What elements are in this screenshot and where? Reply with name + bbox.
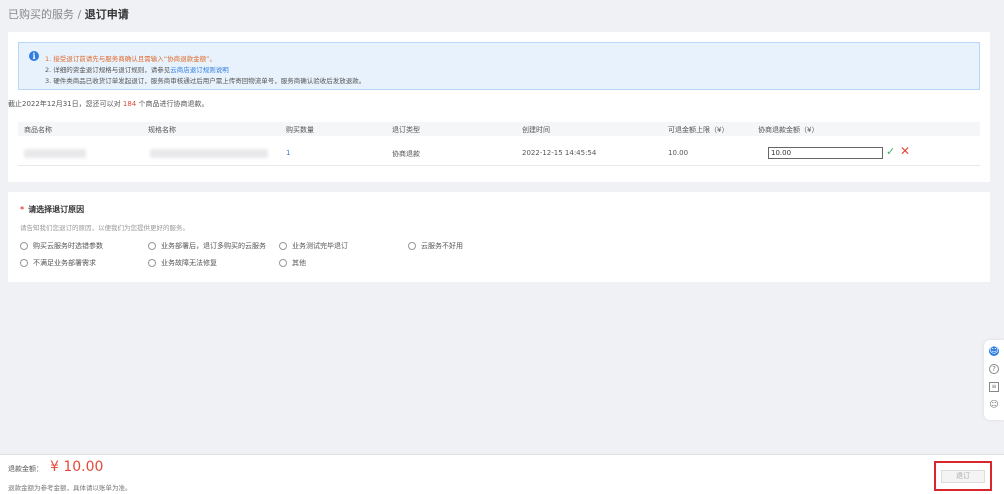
reason-option-test-done[interactable]: 业务测试完毕退订 — [279, 241, 348, 251]
max-refund-value: 10.00 — [668, 149, 689, 157]
reason-option-other[interactable]: 其他 — [279, 258, 306, 268]
reason-title: * 请选择退订原因 — [20, 204, 84, 215]
radio-circle[interactable] — [20, 259, 28, 267]
radio-circle[interactable] — [20, 242, 28, 250]
reason-option-label: 购买云服务时选错参数 — [33, 242, 103, 250]
reason-option-label: 业务测试完毕退订 — [292, 242, 348, 250]
help-icon[interactable]: ? — [989, 364, 999, 374]
notice-line-1: 1. 接受退订前请先与服务商确认且需输入“协商退款金额”。 — [45, 55, 217, 63]
order-panel: i 1. 接受退订前请先与服务商确认且需输入“协商退款金额”。 2. 详细的资金… — [8, 32, 990, 182]
footer-bar: 退款金额： ¥ 10.00 退款金额为参考金额，具体请以账单为准。 退订 — [0, 454, 1004, 494]
col-quantity: 购买数量 — [286, 126, 314, 134]
col-negotiated: 协商退款金额（¥） — [758, 126, 819, 134]
close-icon[interactable]: ✕ — [900, 144, 910, 158]
breadcrumb-parent[interactable]: 已购买的服务 — [8, 8, 74, 21]
radio-circle[interactable] — [408, 242, 416, 250]
reason-option-over-purchased[interactable]: 业务部署后，退订多购买的云服务 — [148, 241, 266, 251]
negotiated-amount-input[interactable] — [768, 147, 883, 159]
reason-subtitle: 请告知我们您退订的原因，以便我们为您提供更好的服务。 — [20, 224, 189, 232]
created-value: 2022-12-15 14:45:54 — [522, 149, 597, 157]
quota-prefix: 截止2022年12月31日，您还可以对 — [8, 100, 123, 108]
radio-circle[interactable] — [279, 242, 287, 250]
reason-option-label: 不满足业务部署需求 — [33, 259, 96, 267]
notice-box: i 1. 接受退订前请先与服务商确认且需输入“协商退款金额”。 2. 详细的资金… — [18, 42, 980, 90]
col-created: 创建时间 — [522, 126, 550, 134]
reason-option-wrong-params[interactable]: 购买云服务时选错参数 — [20, 241, 103, 251]
radio-circle[interactable] — [148, 242, 156, 250]
spec-name-redacted — [150, 149, 268, 158]
reason-panel: * 请选择退订原因 请告知我们您退订的原因，以便我们为您提供更好的服务。 购买云服… — [8, 192, 990, 282]
type-value: 协商退款 — [392, 150, 420, 158]
radio-circle[interactable] — [148, 259, 156, 267]
quota-suffix: 个商品进行协商退款。 — [136, 100, 209, 108]
smile-icon[interactable]: ☺ — [989, 400, 999, 410]
radio-circle[interactable] — [279, 259, 287, 267]
reason-option-not-meet-needs[interactable]: 不满足业务部署需求 — [20, 258, 96, 268]
reason-option-label: 业务故障无法修复 — [161, 259, 217, 267]
col-product-name: 商品名称 — [24, 126, 52, 134]
notice-line-3: 3. 硬件类商品已收货订单发起退订，服务商审核通过后用户需上传寄回物流单号，服务… — [45, 77, 366, 85]
col-type: 退订类型 — [392, 126, 420, 134]
col-max-refund: 可退金额上限（¥） — [668, 126, 729, 134]
refund-label: 退款金额： — [8, 465, 43, 473]
required-mark: * — [20, 205, 25, 214]
breadcrumb-current: 退订申请 — [84, 8, 129, 21]
notice-line-2-text: 2. 详细的资金退订规格与退订规则，请参见 — [45, 66, 171, 74]
reason-option-label: 其他 — [292, 259, 306, 267]
chat-icon[interactable]: ☺ — [989, 346, 999, 356]
reason-title-text: 请选择退订原因 — [28, 205, 85, 214]
side-toolbar: ☺ ? ≡ ☺ — [984, 340, 1004, 420]
reason-option-label: 云服务不好用 — [421, 242, 463, 250]
table-header: 商品名称 规格名称 购买数量 退订类型 创建时间 可退金额上限（¥） 协商退款金… — [18, 122, 980, 136]
submit-unsubscribe-button[interactable]: 退订 — [941, 470, 985, 483]
quota-count: 184 — [122, 100, 137, 108]
reason-option-label: 业务部署后，退订多购买的云服务 — [161, 242, 266, 250]
product-name-redacted — [24, 149, 86, 158]
table-row: 1 协商退款 2022-12-15 14:45:54 10.00 ✓ ✕ — [18, 140, 980, 166]
submit-highlight: 退订 — [934, 461, 992, 491]
refund-note: 退款金额为参考金额，具体请以账单为准。 — [8, 484, 132, 492]
reason-option-not-useful[interactable]: 云服务不好用 — [408, 241, 463, 251]
breadcrumb-separator: / — [74, 8, 85, 21]
notice-line-2: 2. 详细的资金退订规格与退订规则，请参见云商店退订规则说明 — [45, 64, 229, 74]
refund-amount: ¥ 10.00 — [50, 459, 104, 475]
feedback-icon[interactable]: ≡ — [989, 382, 999, 392]
quantity-value[interactable]: 1 — [286, 149, 290, 157]
breadcrumb: 已购买的服务 / 退订申请 — [8, 6, 129, 22]
check-icon[interactable]: ✓ — [886, 145, 895, 158]
col-spec-name: 规格名称 — [148, 126, 176, 134]
info-icon: i — [29, 51, 39, 61]
reason-option-fault[interactable]: 业务故障无法修复 — [148, 258, 217, 268]
refund-rules-link[interactable]: 云商店退订规则说明 — [170, 66, 229, 74]
refund-quota-text: 截止2022年12月31日，您还可以对 184 个商品进行协商退款。 — [8, 99, 208, 109]
